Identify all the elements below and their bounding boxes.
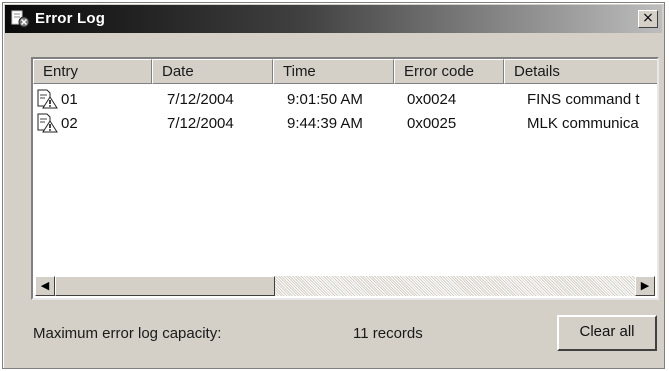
title-bar[interactable]: Error Log ×	[5, 5, 662, 33]
scroll-right-button[interactable]: ▶	[635, 276, 655, 296]
scrollbar-track[interactable]	[275, 276, 635, 296]
error-log-window: Error Log × Entry Date Time Error code D…	[2, 2, 665, 369]
date-cell: 7/12/2004	[167, 115, 234, 132]
close-button[interactable]: ×	[638, 10, 658, 28]
clear-all-button[interactable]: Clear all	[557, 315, 657, 351]
entry-cell: 01	[61, 91, 78, 108]
error-code-cell: 0x0024	[407, 91, 457, 108]
column-header-date[interactable]: Date	[152, 59, 273, 84]
capacity-value: 11 records	[353, 325, 423, 342]
warning-document-icon	[36, 113, 58, 133]
error-log-icon	[11, 10, 31, 28]
time-cell: 9:01:50 AM	[287, 91, 363, 108]
window-title: Error Log	[35, 10, 106, 27]
column-header-details[interactable]: Details	[504, 59, 657, 84]
column-header-time[interactable]: Time	[273, 59, 394, 84]
scroll-right-icon: ▶	[640, 279, 650, 292]
column-header-error-code[interactable]: Error code	[394, 59, 504, 84]
table-row[interactable]: 01 7/12/2004 9:01:50 AM 0x0024 FINS comm…	[33, 88, 657, 112]
details-cell: FINS command t	[527, 91, 640, 108]
list-header: Entry Date Time Error code Details	[33, 59, 657, 84]
scroll-left-button[interactable]: ◀	[35, 276, 55, 296]
details-cell: MLK communica	[527, 115, 639, 132]
horizontal-scrollbar[interactable]: ◀ ▶	[35, 276, 655, 296]
capacity-label: Maximum error log capacity:	[33, 325, 222, 342]
column-header-entry[interactable]: Entry	[33, 59, 152, 84]
error-log-list[interactable]: Entry Date Time Error code Details 01 7/…	[31, 57, 659, 300]
table-row[interactable]: 02 7/12/2004 9:44:39 AM 0x0025 MLK commu…	[33, 112, 657, 136]
date-cell: 7/12/2004	[167, 91, 234, 108]
error-code-cell: 0x0025	[407, 115, 457, 132]
scroll-left-icon: ◀	[40, 279, 50, 292]
time-cell: 9:44:39 AM	[287, 115, 363, 132]
warning-document-icon	[36, 89, 58, 109]
entry-cell: 02	[61, 115, 78, 132]
scrollbar-thumb[interactable]	[55, 276, 275, 296]
close-icon: ×	[642, 10, 654, 26]
